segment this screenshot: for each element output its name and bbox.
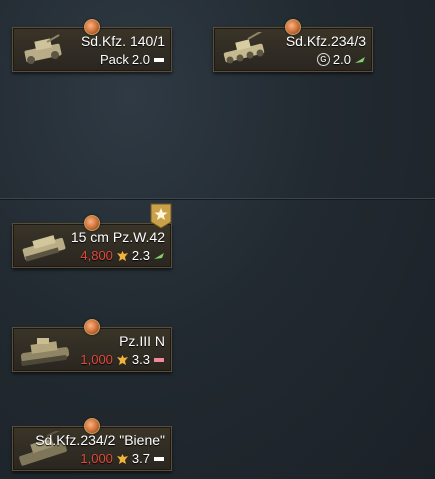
vehicle-name: Sd.Kfz.234/2 "Biene" [35,432,165,448]
vehicle-card-sdkfz-140-1[interactable]: Sd.Kfz. 140/1 Pack 2.0 [12,19,172,72]
vehicle-card-sdkfz-234-2-biene[interactable]: Sd.Kfz.234/2 "Biene" 1,000 3.7 [12,418,172,471]
vehicle-name: Pz.III N [119,333,165,349]
battle-rating: 3.3 [131,352,150,367]
leaf-green-icon [154,252,164,259]
vehicle-thumbnail [223,32,265,64]
pack-label: Pack [100,52,129,67]
vehicle-card-sdkfz-234-3[interactable]: Sd.Kfz.234/3 G 2.0 [213,19,373,72]
vehicle-thumbnail [24,34,62,64]
vehicle-name: 15 cm Pz.W.42 [70,229,165,245]
vehicle-card-pziii-n[interactable]: Pz.III N 1,000 3.3 [12,319,172,372]
research-cost: 4,800 [80,248,113,263]
vehicle-info-row: 1,000 3.3 [80,352,165,367]
tree-divider [0,198,435,199]
vehicle-info-row: Pack 2.0 [100,52,165,67]
research-eagle-icon [116,354,128,365]
vehicle-card-15cm-pzw42[interactable]: 15 cm Pz.W.42 4,800 2.3 [12,215,172,268]
medal-icon [84,319,100,335]
vehicle-thumbnail [22,235,66,262]
vehicle-info-row: G 2.0 [316,52,366,67]
research-cost: 1,000 [80,352,113,367]
vehicle-info-row: 4,800 2.3 [80,248,165,263]
gaijin-coin-icon: G [316,53,330,66]
vehicle-info-row: 1,000 3.7 [80,451,165,466]
battle-rating: 2.3 [131,248,150,263]
vehicle-name: Sd.Kfz. 140/1 [80,33,165,49]
leaf-green-icon [355,56,365,63]
vehicle-thumbnail [20,338,70,366]
research-eagle-icon [116,453,128,464]
flag-white-icon [154,57,164,62]
research-eagle-icon [116,250,128,261]
research-cost: 1,000 [80,451,113,466]
battle-rating: 2.0 [131,52,150,67]
vehicle-name: Sd.Kfz.234/3 [285,33,366,49]
flag-pink-icon [154,357,164,362]
battle-rating: 3.7 [131,451,150,466]
battle-rating: 2.0 [332,52,351,67]
flag-white-icon [154,456,164,461]
rank-star-icon [150,203,172,229]
